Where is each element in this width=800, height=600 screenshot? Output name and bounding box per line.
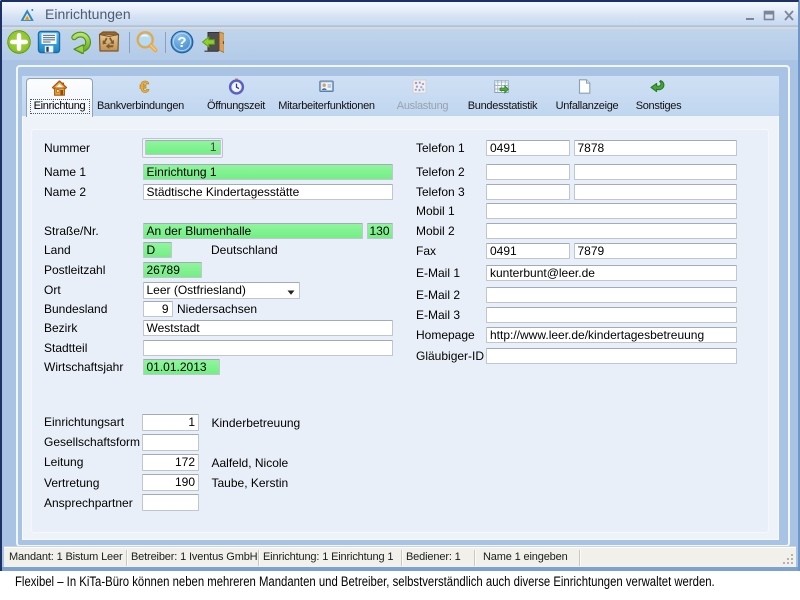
- svg-text:€: €: [139, 78, 149, 95]
- svg-text:?: ?: [178, 34, 187, 51]
